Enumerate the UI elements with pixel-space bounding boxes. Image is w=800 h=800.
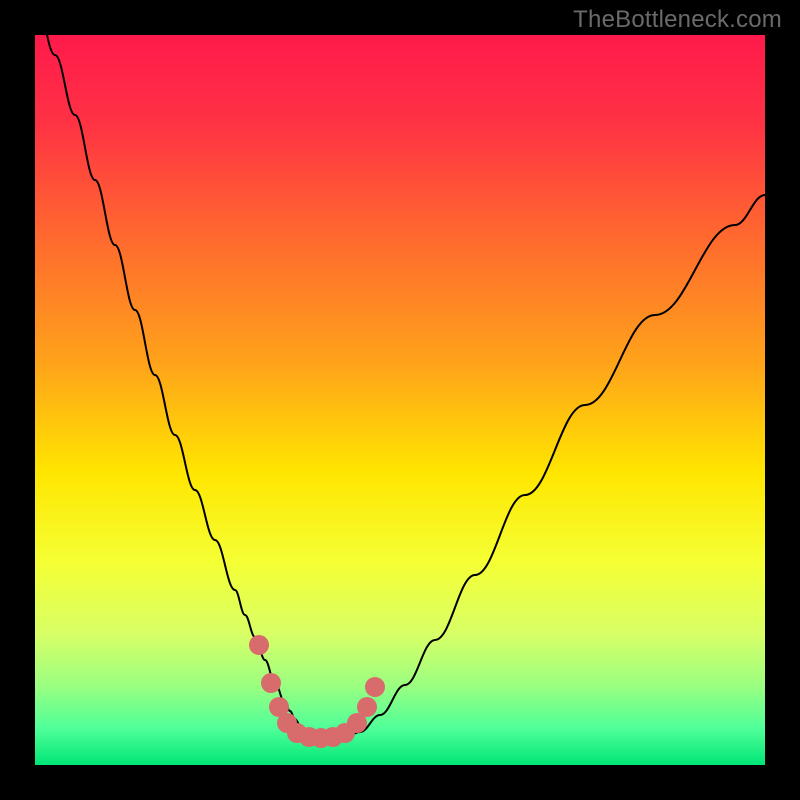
highlight-dot bbox=[261, 673, 281, 693]
chart-frame: TheBottleneck.com bbox=[0, 0, 800, 800]
plot-area bbox=[35, 35, 765, 765]
highlight-dot bbox=[365, 677, 385, 697]
watermark-text: TheBottleneck.com bbox=[573, 6, 782, 34]
chart-svg bbox=[35, 35, 765, 765]
highlight-dot bbox=[249, 635, 269, 655]
highlight-dot bbox=[357, 697, 377, 717]
chart-background bbox=[35, 35, 765, 765]
